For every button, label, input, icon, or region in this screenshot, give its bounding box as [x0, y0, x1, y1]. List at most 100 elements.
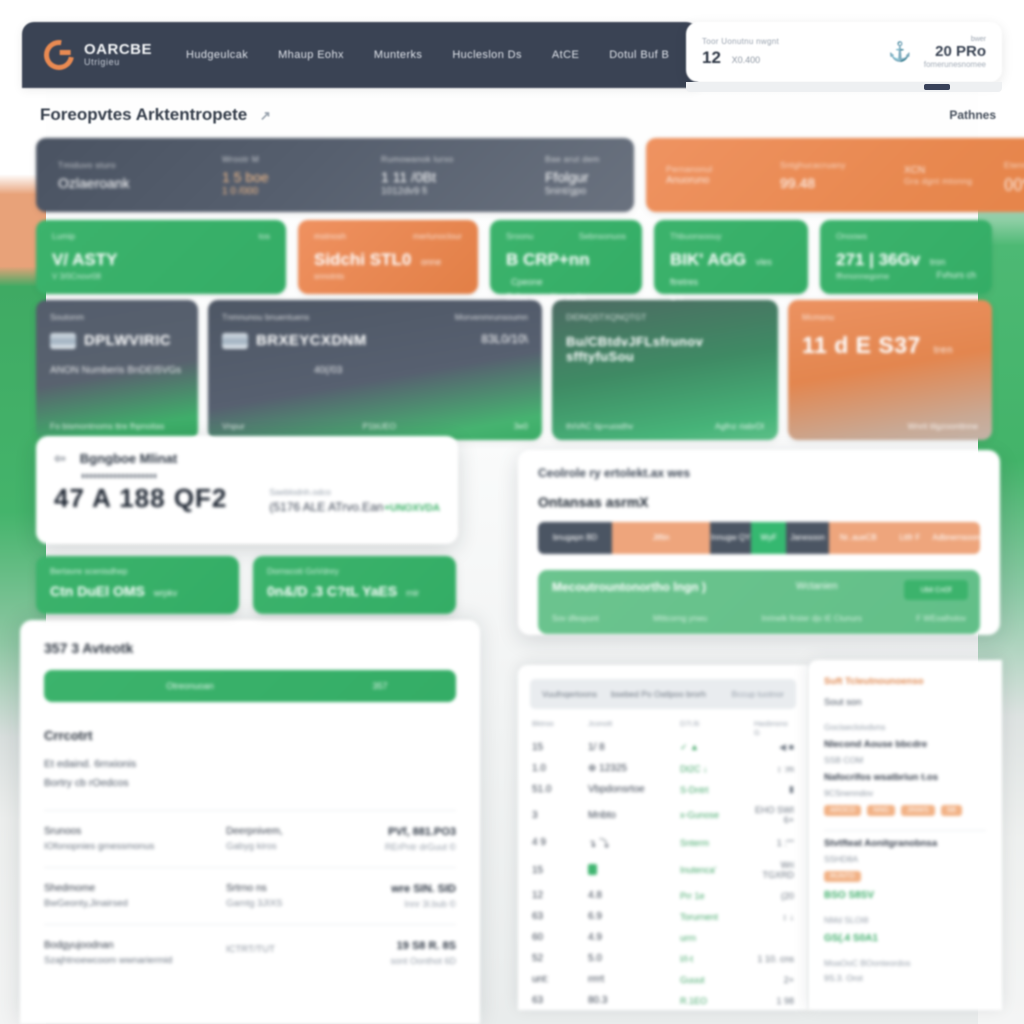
metric-pill-2-main: STL0: [369, 250, 412, 269]
data-row[interactable]: 15 1/ 8 ✓ ▲ ◀ ■: [518, 737, 808, 758]
tile-2-foot-left: Vnpur: [222, 421, 245, 431]
summary-cell-4-key: Bae arut dem: [545, 153, 600, 164]
back-arrow-icon[interactable]: ⇦: [54, 450, 66, 467]
table-row[interactable]: Bodgyujoodnan Szajhtnoewcoom wwnariermid…: [44, 923, 456, 981]
cell-c: Prr 1e: [680, 890, 705, 901]
progress-bar[interactable]: Otreonuoan 357: [44, 670, 456, 702]
table-row[interactable]: Srunoos IOfonopnies gmessmonus Deerpnive…: [44, 809, 456, 867]
data-row[interactable]: 63 80.3 R.1EO 1 98: [518, 990, 808, 1010]
metric-pill-5-value: 271 | 36Gv tron Fvhurs ch: [836, 250, 976, 280]
metric-pill-1[interactable]: Lumip tos V/ ASTY V 3/0Cnovr08: [36, 220, 286, 294]
mini-card-2[interactable]: Dornscoti GoVdnry 0n&/D .3 C?tL YaES rni…: [253, 556, 456, 614]
nav-link-6[interactable]: Dotul Buf B: [609, 49, 669, 61]
data-sheet-header[interactable]: Vuufnqertoons bsebed Po Oatlpoo brorh Bc…: [530, 679, 796, 709]
data-row[interactable]: 12 4.8 Prr 1e (20: [518, 885, 808, 906]
allocation-banner[interactable]: Mecoutrountonortho lngn ) Wctanien Ubit …: [538, 570, 980, 634]
segment-8[interactable]: Adbnernsoon: [932, 522, 980, 554]
orange-cell-4-key: Etennouuftulfvgu: [1004, 159, 1024, 170]
detail-chip-group: AROCD NNG JINWS SB: [824, 805, 986, 816]
tile-3-foot-right: Agfnz riabrDl: [714, 421, 764, 431]
data-row[interactable]: 51.0 Vbpdonsrtoe S-Dntrt ▮: [518, 779, 808, 800]
brand-logo[interactable]: OARCBE Utrigieu: [38, 34, 152, 76]
data-row[interactable]: unt: rrrrt Guuut 2+: [518, 969, 808, 990]
metric-pill-3-key: Sroonu: [506, 231, 534, 241]
metric-pill-2[interactable]: mstnosh merlunoclour Sidchi STL0 onne sn…: [298, 220, 478, 294]
allocation-panel[interactable]: Ceolrole ry ertolekt.ax wes Ontansas asr…: [518, 450, 1000, 635]
orange-cell-2-key: Sntghucacruany: [780, 159, 846, 170]
tile-3-foot-left: thiVAC tip+uosthv: [566, 421, 634, 431]
summary-cell-4-value: Ffolgur: [545, 168, 589, 185]
orange-cell-2-value: 99.48: [780, 174, 816, 191]
metric-pill-5-main: 271 | 36Gv: [836, 250, 921, 269]
segment-5[interactable]: Janesoon: [785, 522, 830, 554]
panel-left-amount: 47 A 188 QF2: [54, 474, 228, 513]
detail-chip-3[interactable]: JINWS: [900, 805, 935, 816]
nav-link-2[interactable]: Mhaup Eohx: [278, 49, 344, 61]
metric-pill-1-key2: tos: [258, 231, 270, 241]
account-plan[interactable]: bwer 20 PRo fomerunesnomee: [924, 36, 986, 69]
metric-pill-4-sub: tp n: [670, 292, 684, 301]
data-row[interactable]: 3 Mnbto x-Gunose EHO SWI 6+: [518, 800, 808, 830]
progress-bar-label: Otreonuoan: [166, 681, 214, 691]
summary-strip-orange[interactable]: Pernanonul Anuoruno Sntghucacruany 99.48…: [646, 138, 1024, 212]
cell-d: ↕ :m: [777, 763, 794, 774]
gradient-tile-3[interactable]: DIDNQSTXQNQTGT Bu/CBtdvJFLsfrunov sfftyf…: [552, 300, 778, 440]
allocation-segment-bar[interactable]: bnugapn BD Jtftin Innugw QY WyF Janesoon…: [538, 522, 980, 554]
banner-action-button[interactable]: Ubit CnOf: [904, 580, 968, 600]
cell-a: 63: [532, 911, 544, 922]
row-3-meta: sont Oonthot 6D: [390, 955, 456, 966]
nav-link-4[interactable]: Hucleslon Ds: [452, 49, 522, 61]
cell-b: 1/ 8: [588, 742, 605, 753]
data-sheet: Vuufnqertoons bsebed Po Oatlpoo brorh Bc…: [518, 665, 808, 1010]
detail-block-5-key: MoaOoC BOonteordos: [824, 958, 911, 968]
metric-pill-5-key: Onoows: [836, 231, 868, 241]
metric-pill-row: Lumip tos V/ ASTY V 3/0Cnovr08 mstnosh m…: [36, 220, 992, 301]
gradient-tile-2[interactable]: Tnmnunou bnuentuens Morvenmrunsoumn BRXE…: [208, 300, 542, 440]
nav-link-5[interactable]: AtCE: [552, 49, 579, 61]
mini-card-1[interactable]: Bertavre scenisdhep Ctn DuEl OMS wrpkv: [36, 556, 239, 614]
segment-3[interactable]: Innugw QY: [709, 522, 752, 554]
segment-1[interactable]: bnugapn BD: [538, 522, 613, 554]
partners-label[interactable]: Pathnes: [949, 108, 996, 122]
detail-chip-5[interactable]: RUNTD: [824, 871, 861, 882]
gradient-tile-1[interactable]: Soutonm DPLWVIRIC ANON Numberis BnDEI5VG…: [36, 300, 198, 440]
metric-pill-4-head: Thbuonsoouy: [670, 231, 792, 241]
banner-foot-1: Sov dfespunt: [552, 614, 599, 623]
metric-pill-5-tail: Fvhurs ch: [936, 270, 976, 280]
nav-link-3[interactable]: Munterks: [374, 49, 422, 61]
cell-a: 15: [532, 864, 544, 876]
detail-chip-2[interactable]: NNG: [867, 805, 895, 816]
data-row[interactable]: 52 5.0 I/I-t 1 10. cns: [518, 948, 808, 969]
table-row[interactable]: Shedmome BwGeonty,Jinairsed Srtrno ns Ga…: [44, 866, 456, 924]
anchor-icon[interactable]: ⚓: [888, 40, 912, 64]
detail-column-title: Suft Tcleutnounoenso: [824, 676, 924, 687]
metric-pill-4[interactable]: Thbuonsoouy BIK' AGG vles ftretres tp n: [654, 220, 808, 301]
segment-6[interactable]: Nr..aueCB: [829, 522, 888, 554]
segment-4[interactable]: WyF: [751, 522, 786, 554]
cell-b: ↴ ⤵: [588, 839, 610, 850]
row-1-mid-2: Gabyg kiros: [226, 840, 277, 852]
data-row[interactable]: 4 9 ↴ ⤵ Snterm 1 :°°: [518, 830, 808, 855]
brand-subtitle: Utrigieu: [84, 57, 120, 68]
cell-d: (20: [780, 890, 794, 901]
metric-pill-3[interactable]: Sroonu Sebnsonuos B CRP+nn Cpeone Onfee …: [490, 220, 642, 301]
data-row[interactable]: 63 6.9 Torurnent ↕ ↓: [518, 906, 808, 927]
account-value: 12 X0.400: [702, 48, 888, 68]
segment-7[interactable]: Lttfr F: [887, 522, 933, 554]
metric-pill-4-value: BIK' AGG vles ftretres: [670, 250, 792, 290]
detail-chip-4[interactable]: SB: [940, 805, 962, 816]
account-pod[interactable]: Toor Uonutnu nwgnt 12 X0.400 ⚓ bwer 20 P…: [686, 22, 1002, 82]
column-header-4: Hasbnsno G: [754, 719, 788, 737]
detail-divider: [824, 830, 986, 831]
summary-strip-dark[interactable]: Tmiduvo sturo Ozlaeroank Wrootr M 1 5 bo…: [36, 138, 634, 212]
transfer-detail-panel[interactable]: ⇦ Bgngboe Mlinat 47 A 188 QF2 Saeblodnh.…: [36, 436, 458, 544]
data-row[interactable]: 60 4.9 urrn: [518, 927, 808, 948]
gradient-tile-4[interactable]: Mcmsnu 11 d E S37 tren Wnrit tilgzoonttn…: [788, 300, 992, 440]
detail-chip-1[interactable]: AROCD: [824, 805, 862, 816]
nav-link-1[interactable]: Hudgeulcak: [186, 49, 248, 61]
metric-pill-5[interactable]: Onoows 271 | 36Gv tron Fvhurs ch ffhmonn…: [820, 220, 992, 294]
orange-cell-3-value2: Gra dgnt mtonng: [904, 176, 973, 186]
segment-2[interactable]: Jtftin: [612, 522, 710, 554]
data-row[interactable]: 15 Inutenca' Wri TGXRD: [518, 855, 808, 885]
data-row[interactable]: 1.0 ⊕ 12325 Dt2C ↓ ↕ :m: [518, 758, 808, 779]
